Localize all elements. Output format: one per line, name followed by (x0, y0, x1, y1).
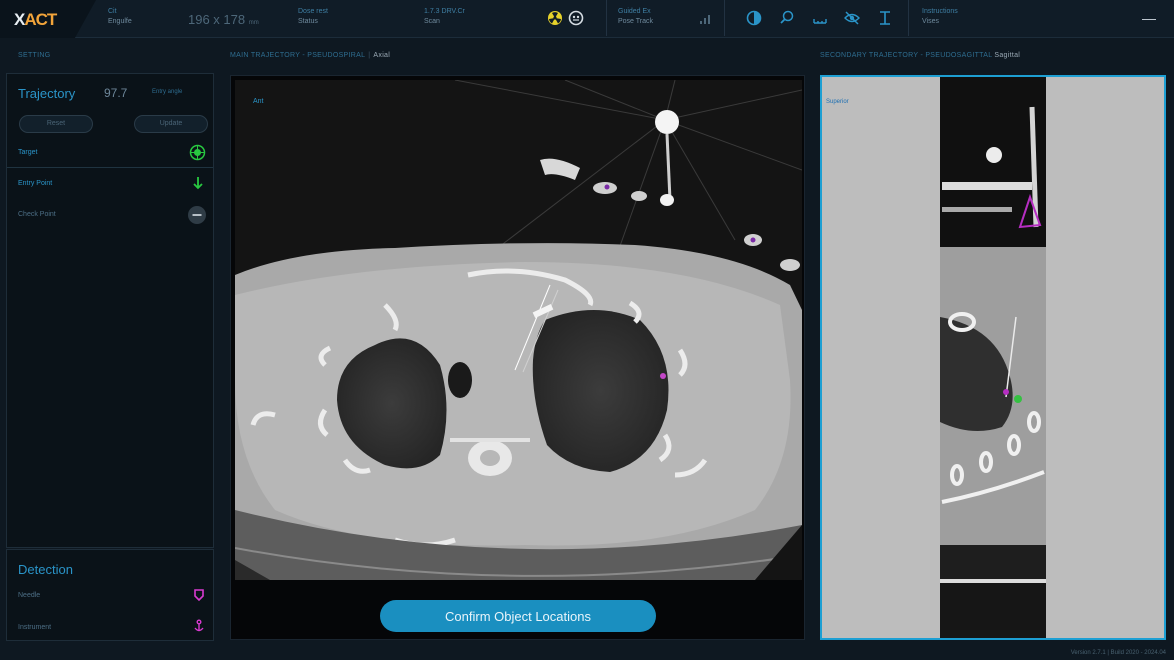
trajectory-panel: Trajectory 97.7 Entry angle Reset Update… (6, 73, 214, 548)
xact-logo: XACT (14, 10, 57, 29)
main-view-header: MAIN TRAJECTORY - PSEUDOSPIRAL | Axial (230, 52, 391, 59)
target-icon[interactable] (189, 144, 206, 161)
minus-circle-icon[interactable] (187, 205, 207, 225)
logo-area: XACT (0, 0, 96, 38)
update-button[interactable]: Update (134, 115, 208, 133)
topbar-divider (724, 0, 725, 36)
arrow-down-icon[interactable] (191, 176, 205, 190)
instrument-row[interactable]: Instrument (18, 624, 51, 631)
search-icon[interactable] (778, 9, 796, 27)
left-panel-header: SETTING (18, 52, 51, 59)
status-field: Dose rest Status (298, 8, 328, 25)
eye-off-icon[interactable] (843, 9, 861, 27)
robot-icon[interactable] (567, 9, 585, 27)
topbar-divider (908, 0, 909, 36)
sagittal-ct-image[interactable] (822, 77, 1164, 638)
patient-field: Cit Engulfe (108, 8, 132, 25)
confirm-object-locations-button[interactable]: Confirm Object Locations (380, 600, 656, 632)
secondary-view-header: SECONDARY TRAJECTORY - PSEUDOSAGITTAL Sa… (820, 52, 1021, 59)
axial-ct-image[interactable] (235, 80, 802, 580)
axial-orientation-label: Ant (253, 98, 264, 105)
panel-divider (7, 167, 213, 168)
signal-icon (700, 15, 710, 24)
needle-marker-icon[interactable] (192, 588, 206, 602)
needle-row[interactable]: Needle (18, 592, 40, 599)
instructions-field: Instructions Vises (922, 8, 958, 25)
secondary-sagittal-view[interactable]: Superior (820, 75, 1166, 640)
topbar-divider (606, 0, 607, 36)
cursor-icon[interactable] (876, 9, 894, 27)
main-axial-view[interactable]: Ant Confirm Object Locations (230, 75, 805, 640)
check-point-row[interactable]: Check Point (18, 211, 56, 218)
brightness-icon[interactable] (745, 9, 763, 27)
radiation-icon[interactable] (546, 9, 564, 27)
trajectory-value: 97.7 (104, 86, 128, 100)
trajectory-unit: Entry angle (152, 89, 183, 95)
entry-point-row[interactable]: Entry Point (18, 180, 52, 187)
sagittal-orientation-label: Superior (826, 99, 849, 105)
reset-button[interactable]: Reset (19, 115, 93, 133)
minimize-button[interactable]: — (1142, 10, 1156, 26)
guided-field: Guided Ex Pose Track (618, 8, 654, 25)
scan-field: 1.7.3 DRV.Cr Scan (424, 8, 465, 25)
anchor-marker-icon[interactable] (192, 619, 206, 633)
trajectory-title: Trajectory (18, 86, 76, 101)
measure-icon[interactable] (811, 9, 829, 27)
version-label: Version 2.7.1 | Build 2020 - 2024.04 (1070, 650, 1166, 656)
dims-readout: 196 x 178 mm (188, 12, 259, 27)
detection-title: Detection (18, 562, 73, 577)
top-bar: XACT Cit Engulfe 196 x 178 mm Dose rest … (0, 0, 1174, 38)
detection-panel: Detection Needle Instrument (6, 549, 214, 641)
target-row[interactable]: Target (18, 149, 37, 156)
